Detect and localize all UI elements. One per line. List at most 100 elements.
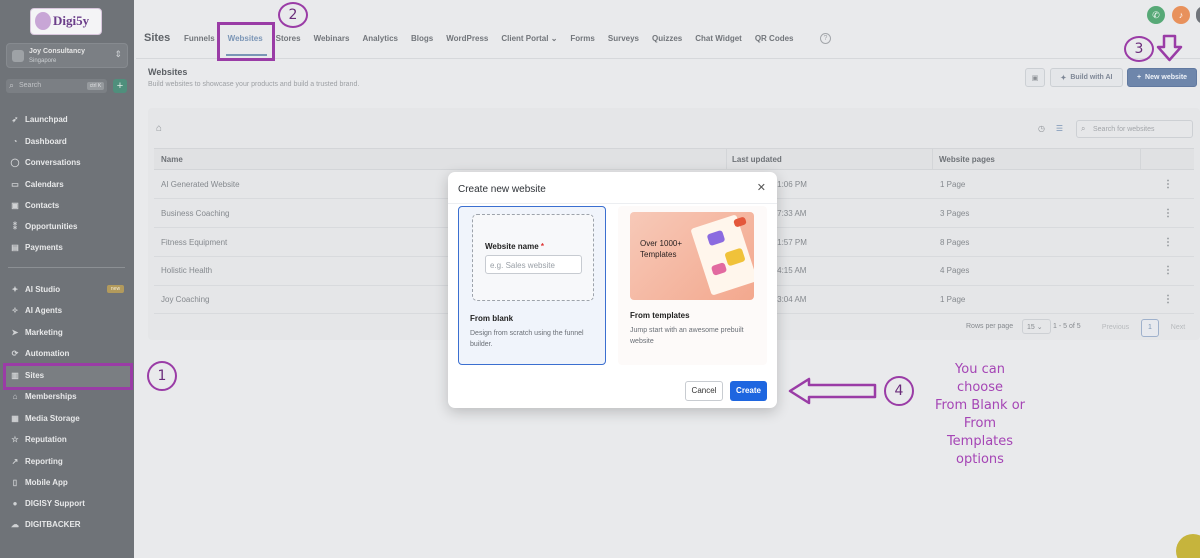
account-switcher[interactable]: Joy Consultancy Singapore ⇕: [6, 43, 128, 68]
tab-funnels[interactable]: Funnels: [184, 34, 215, 43]
mobile-icon: ▯: [12, 477, 18, 487]
tab-analytics[interactable]: Analytics: [362, 34, 398, 43]
tabs-divider: [136, 58, 1200, 59]
close-icon[interactable]: ✕: [757, 181, 766, 194]
column-header-name[interactable]: Name: [161, 155, 183, 164]
contacts-icon: ▣: [11, 200, 19, 210]
row-name[interactable]: Business Coaching: [161, 209, 229, 218]
account-avatar: [12, 50, 24, 62]
sidebar-item-support[interactable]: ● DIGISY Support: [10, 496, 85, 510]
more-icon[interactable]: ⋮: [1163, 265, 1173, 276]
chat-fab-button[interactable]: [1176, 534, 1200, 558]
sidebar-item-media-storage[interactable]: ▦ Media Storage: [10, 411, 79, 425]
sidebar-search[interactable]: ⌕ Search ctrl K: [6, 79, 107, 93]
row-name[interactable]: AI Generated Website: [161, 180, 240, 189]
more-icon[interactable]: ⋮: [1163, 179, 1173, 190]
column-divider: [726, 148, 727, 170]
column-divider: [932, 148, 933, 170]
tab-blogs[interactable]: Blogs: [411, 34, 433, 43]
row-name[interactable]: Holistic Health: [161, 266, 212, 275]
tab-webinars[interactable]: Webinars: [314, 34, 350, 43]
folder-icon: ▣: [1031, 74, 1039, 82]
brand-logo[interactable]: Digi5y: [30, 8, 102, 35]
row-name[interactable]: Fitness Equipment: [161, 238, 227, 247]
quick-add-button[interactable]: +: [113, 79, 127, 93]
sidebar-item-launchpad[interactable]: ➶ Launchpad: [10, 112, 68, 126]
tab-qr-codes[interactable]: QR Codes: [755, 34, 794, 43]
build-with-ai-button[interactable]: ✦ Build with AI: [1050, 68, 1123, 87]
sidebar-item-mobile-app[interactable]: ▯ Mobile App: [10, 475, 68, 489]
tab-client-portal[interactable]: Client Portal ⌄: [501, 34, 557, 43]
tabs-help-icon[interactable]: ?: [820, 33, 831, 44]
new-website-button[interactable]: + New website: [1127, 68, 1197, 87]
tab-stores[interactable]: Stores: [276, 34, 301, 43]
sidebar-item-label: Reporting: [25, 456, 63, 466]
sidebar-item-ai-agents[interactable]: ✧ AI Agents: [10, 303, 62, 317]
sidebar-search-placeholder: Search: [19, 82, 42, 89]
sidebar-item-sites[interactable]: ▥ Sites: [10, 368, 44, 382]
account-name: Joy Consultancy: [29, 48, 86, 55]
sidebar-item-calendars[interactable]: ▭ Calendars: [10, 177, 63, 191]
sidebar-item-payments[interactable]: ▤ Payments: [10, 240, 63, 254]
websites-search-input[interactable]: ⌕ Search for websites: [1076, 120, 1193, 138]
search-icon: ⌕: [9, 80, 15, 90]
sidebar-item-reporting[interactable]: ↗ Reporting: [10, 454, 63, 468]
star-icon: ☆: [11, 434, 19, 444]
calendar-icon: ▭: [11, 179, 19, 189]
sidebar-item-contacts[interactable]: ▣ Contacts: [10, 198, 59, 212]
previous-page-button[interactable]: Previous: [1099, 319, 1132, 336]
arrow-left-icon: [788, 377, 877, 405]
user-avatar[interactable]: [1196, 6, 1200, 24]
tab-client-portal-label: Client Portal: [501, 34, 549, 43]
sidebar-item-memberships[interactable]: ⌂ Memberships: [10, 389, 77, 403]
sidebar-item-conversations[interactable]: ◯ Conversations: [10, 155, 81, 169]
clock-view-icon[interactable]: ◷: [1034, 121, 1049, 136]
phone-icon[interactable]: ✆: [1147, 6, 1165, 24]
membership-icon: ⌂: [12, 391, 18, 401]
column-header-pages[interactable]: Website pages: [939, 155, 995, 164]
create-button[interactable]: Create: [730, 381, 767, 401]
next-page-button[interactable]: Next: [1167, 319, 1189, 336]
tab-chat-widget[interactable]: Chat Widget: [695, 34, 742, 43]
sidebar-item-label: Conversations: [25, 157, 81, 167]
sidebar-item-label: Mobile App: [25, 477, 68, 487]
row-pages: 3 Pages: [940, 209, 970, 218]
more-icon[interactable]: ⋮: [1163, 208, 1173, 219]
tab-wordpress[interactable]: WordPress: [446, 34, 488, 43]
sidebar-item-label: Reputation: [25, 434, 67, 444]
tab-forms[interactable]: Forms: [570, 34, 594, 43]
more-icon[interactable]: ⋮: [1163, 294, 1173, 305]
sidebar-item-automation[interactable]: ⟳ Automation: [10, 346, 70, 360]
sidebar-item-reputation[interactable]: ☆ Reputation: [10, 432, 67, 446]
from-templates-option[interactable]: Over 1000+ Templates From templates Jump…: [618, 206, 767, 365]
sparkle-icon: ✦: [1060, 74, 1067, 82]
row-name[interactable]: Joy Coaching: [161, 295, 209, 304]
sidebar-item-dashboard[interactable]: ◔ Dashboard: [10, 134, 67, 148]
website-name-input[interactable]: e.g. Sales website: [485, 255, 582, 274]
sidebar-item-marketing[interactable]: ➤ Marketing: [10, 325, 63, 339]
bell-icon[interactable]: ♪: [1172, 6, 1190, 24]
template-thumb: [690, 214, 754, 296]
sidebar-item-label: DIGISY Support: [25, 498, 85, 508]
current-page-button[interactable]: 1: [1141, 319, 1159, 337]
funnel-icon: ⁑: [13, 221, 17, 231]
cancel-button[interactable]: Cancel: [685, 381, 723, 401]
list-view-icon[interactable]: ☰: [1052, 121, 1067, 136]
column-header-last-updated[interactable]: Last updated: [732, 155, 782, 164]
more-icon[interactable]: ⋮: [1163, 237, 1173, 248]
tab-quizzes[interactable]: Quizzes: [652, 34, 682, 43]
sidebar-item-opportunities[interactable]: ⁑ Opportunities: [10, 219, 77, 233]
plus-icon: +: [1136, 74, 1142, 81]
sidebar-item-ai-studio[interactable]: ✦ AI Studio: [10, 282, 60, 296]
home-icon[interactable]: ⌂: [156, 123, 162, 134]
sidebar-item-digitbacker[interactable]: ☁ DIGITBACKER: [10, 517, 81, 531]
annotation-line3: From Templates: [946, 416, 1014, 449]
websites-search-placeholder: Search for websites: [1093, 126, 1155, 133]
step-1-marker: 1: [147, 361, 177, 391]
rows-per-page-select[interactable]: 15 ⌄: [1022, 319, 1051, 334]
from-blank-option[interactable]: Website name * e.g. Sales website From b…: [458, 206, 606, 365]
folder-button[interactable]: ▣: [1025, 68, 1045, 87]
sidebar-item-label: AI Agents: [25, 305, 63, 315]
from-blank-title: From blank: [470, 314, 514, 323]
tab-surveys[interactable]: Surveys: [608, 34, 639, 43]
